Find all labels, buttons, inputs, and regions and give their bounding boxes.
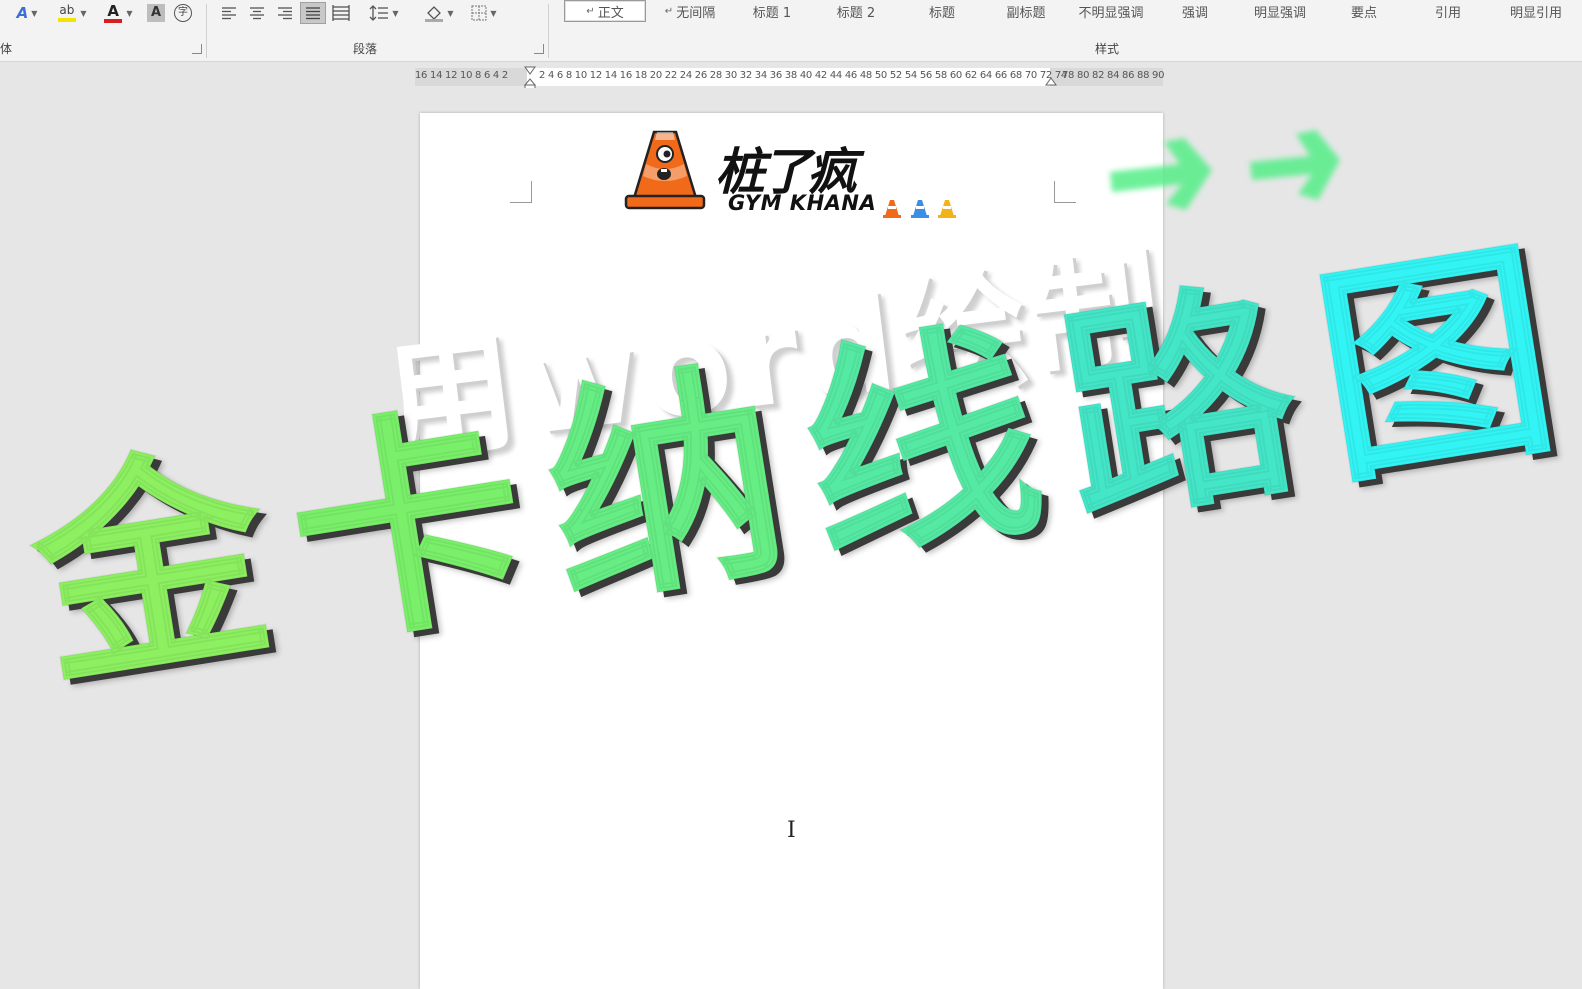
title-char: 路 [1042,254,1315,559]
ruler-left-numbers: 16 14 12 10 8 6 4 2 [415,70,508,81]
font-group-label: 体 [0,42,13,56]
font-color-icon[interactable]: A ▼ [98,2,138,24]
title-char: 线 [785,295,1058,600]
style-label: 副标题 [1006,5,1046,21]
align-center-icon[interactable] [246,2,268,24]
style-intense-emphasis[interactable]: 明显强调 [1240,0,1320,22]
style-label: 引用 [1434,5,1461,21]
style-label: 要点 [1350,5,1377,21]
style-subtle-emphasis[interactable]: 不明显强调 [1068,0,1154,22]
ribbon: A ▼ ab ▼ A ▼ A 字 体 ▼ ▼ ▼ 段落 ↵ 正文 ↵ 无间隔 标… [0,0,1582,62]
text-effects-icon[interactable]: A ▼ [8,2,46,24]
style-label: 明显强调 [1253,5,1306,21]
align-right-icon[interactable] [274,2,296,24]
style-normal[interactable]: ↵ 正文 [564,0,646,22]
brand-english-logo: GYM KHANA [728,191,877,215]
ruler-right-numbers: 2 4 6 8 10 12 14 16 18 20 22 24 26 28 30… [539,70,1067,81]
paragraph-dialog-launcher[interactable] [534,44,544,54]
margin-corner-mark [510,181,532,203]
styles-group-label: 样式 [1095,42,1120,56]
title-char: 纳 [528,335,801,640]
style-label: 正文 [597,5,624,21]
shading-icon[interactable]: ▼ [420,2,458,24]
align-left-icon[interactable] [218,2,240,24]
divider [206,4,207,58]
style-heading-2[interactable]: 标题 2 [820,0,892,22]
margin-corner-mark [1054,181,1076,203]
cone-mascot-icon [624,130,706,210]
distributed-icon[interactable] [330,2,352,24]
style-quote[interactable]: 引用 [1416,0,1480,22]
small-cones-icon [883,200,956,218]
right-indent-marker[interactable] [1045,77,1057,87]
paragraph-group-label: 段落 [353,42,378,56]
style-label: 无间隔 [676,5,716,21]
style-label: 不明显强调 [1078,5,1144,21]
divider [548,4,549,58]
style-title[interactable]: 标题 [906,0,978,22]
title-char: 图 [1299,213,1572,518]
style-emphasis[interactable]: 强调 [1162,0,1228,22]
green-arrows-icon [1110,130,1340,210]
style-label: 标题 1 [752,5,792,21]
first-line-indent-marker[interactable] [524,66,536,76]
justify-icon[interactable] [300,2,326,24]
character-shading-icon[interactable]: A [145,2,167,24]
style-label: 强调 [1181,5,1208,21]
style-label: 标题 [928,5,955,21]
highlight-color-icon[interactable]: ab ▼ [52,2,92,24]
title-char: 金 [15,417,288,722]
borders-icon[interactable]: ▼ [465,2,503,24]
text-cursor-icon: I [787,818,796,843]
style-intense-quote[interactable]: 明显引用 [1496,0,1576,22]
style-no-spacing[interactable]: ↵ 无间隔 [652,0,728,22]
font-dialog-launcher[interactable] [192,44,202,54]
style-subtitle[interactable]: 副标题 [990,0,1062,22]
style-label: 标题 2 [836,5,876,21]
horizontal-ruler[interactable]: 16 14 12 10 8 6 4 2 2 4 6 8 10 12 14 16 … [415,66,1165,88]
enclose-characters-icon[interactable]: 字 [172,2,194,24]
line-spacing-icon[interactable]: ▼ [366,2,402,24]
style-strong[interactable]: 要点 [1332,0,1396,22]
title-char: 卡 [272,376,545,681]
style-label: 明显引用 [1509,5,1562,21]
hanging-indent-marker[interactable] [524,78,536,88]
style-heading-1[interactable]: 标题 1 [736,0,808,22]
ruler-tail-numbers: 78 80 82 84 86 88 90 [1062,70,1165,81]
